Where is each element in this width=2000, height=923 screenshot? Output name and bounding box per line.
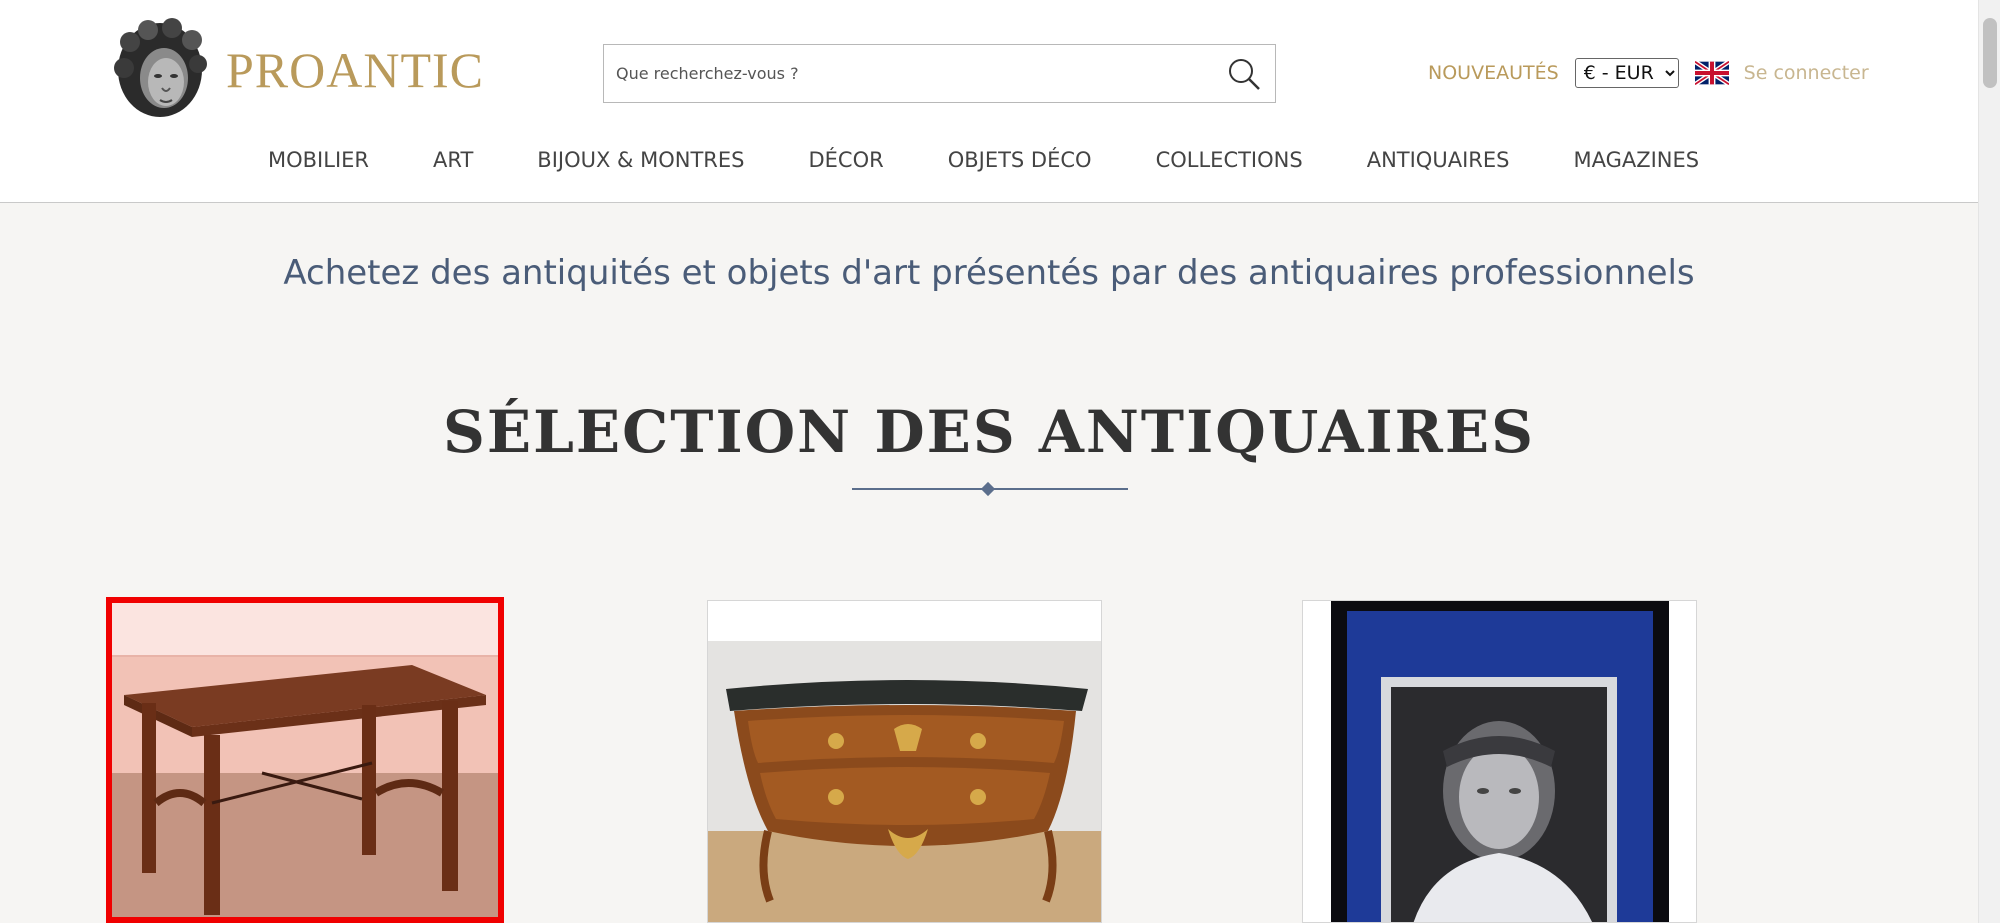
- logo[interactable]: PROANTIC: [110, 18, 484, 122]
- page-scrollbar[interactable]: [1978, 0, 2000, 923]
- product-image-commode: [708, 601, 1101, 922]
- search-input[interactable]: [616, 45, 1206, 102]
- main-nav: MOBILIER ART BIJOUX & MONTRES DÉCOR OBJE…: [268, 148, 1699, 172]
- search-icon[interactable]: [1227, 57, 1261, 91]
- product-card-portrait[interactable]: [1302, 600, 1697, 923]
- header-utilities: NOUVEAUTÉS € - EUR Se connecter: [1428, 56, 1869, 90]
- product-image-table: [112, 603, 498, 917]
- nav-item-mobilier[interactable]: MOBILIER: [268, 148, 369, 172]
- nav-item-objets-deco[interactable]: OBJETS DÉCO: [948, 148, 1092, 172]
- section-title: SÉLECTION DES ANTIQUAIRES: [443, 398, 1535, 466]
- sculpted-head-logo-icon: [114, 18, 207, 117]
- tagline: Achetez des antiquités et objets d'art p…: [283, 253, 1695, 293]
- nav-item-antiquaires[interactable]: ANTIQUAIRES: [1367, 148, 1510, 172]
- nav-item-art[interactable]: ART: [433, 148, 473, 172]
- site-header: PROANTIC NOUVEAUTÉS € - EUR Se connecter…: [0, 0, 1978, 203]
- nav-item-magazines[interactable]: MAGAZINES: [1573, 148, 1699, 172]
- uk-flag-icon[interactable]: [1694, 61, 1729, 85]
- nav-item-bijoux-montres[interactable]: BIJOUX & MONTRES: [537, 148, 744, 172]
- currency-select[interactable]: € - EUR: [1574, 58, 1679, 88]
- search-box: [603, 44, 1276, 103]
- product-image-portrait: [1303, 601, 1696, 922]
- title-divider-ornament: [980, 481, 996, 497]
- product-card-commode[interactable]: [707, 600, 1102, 923]
- new-items-link[interactable]: NOUVEAUTÉS: [1428, 62, 1559, 84]
- brand-name: PROANTIC: [226, 42, 485, 98]
- scrollbar-thumb[interactable]: [1983, 18, 1997, 88]
- product-card-table[interactable]: [106, 597, 504, 923]
- nav-item-decor[interactable]: DÉCOR: [808, 148, 883, 172]
- nav-item-collections[interactable]: COLLECTIONS: [1156, 148, 1303, 172]
- login-link[interactable]: Se connecter: [1744, 62, 1869, 84]
